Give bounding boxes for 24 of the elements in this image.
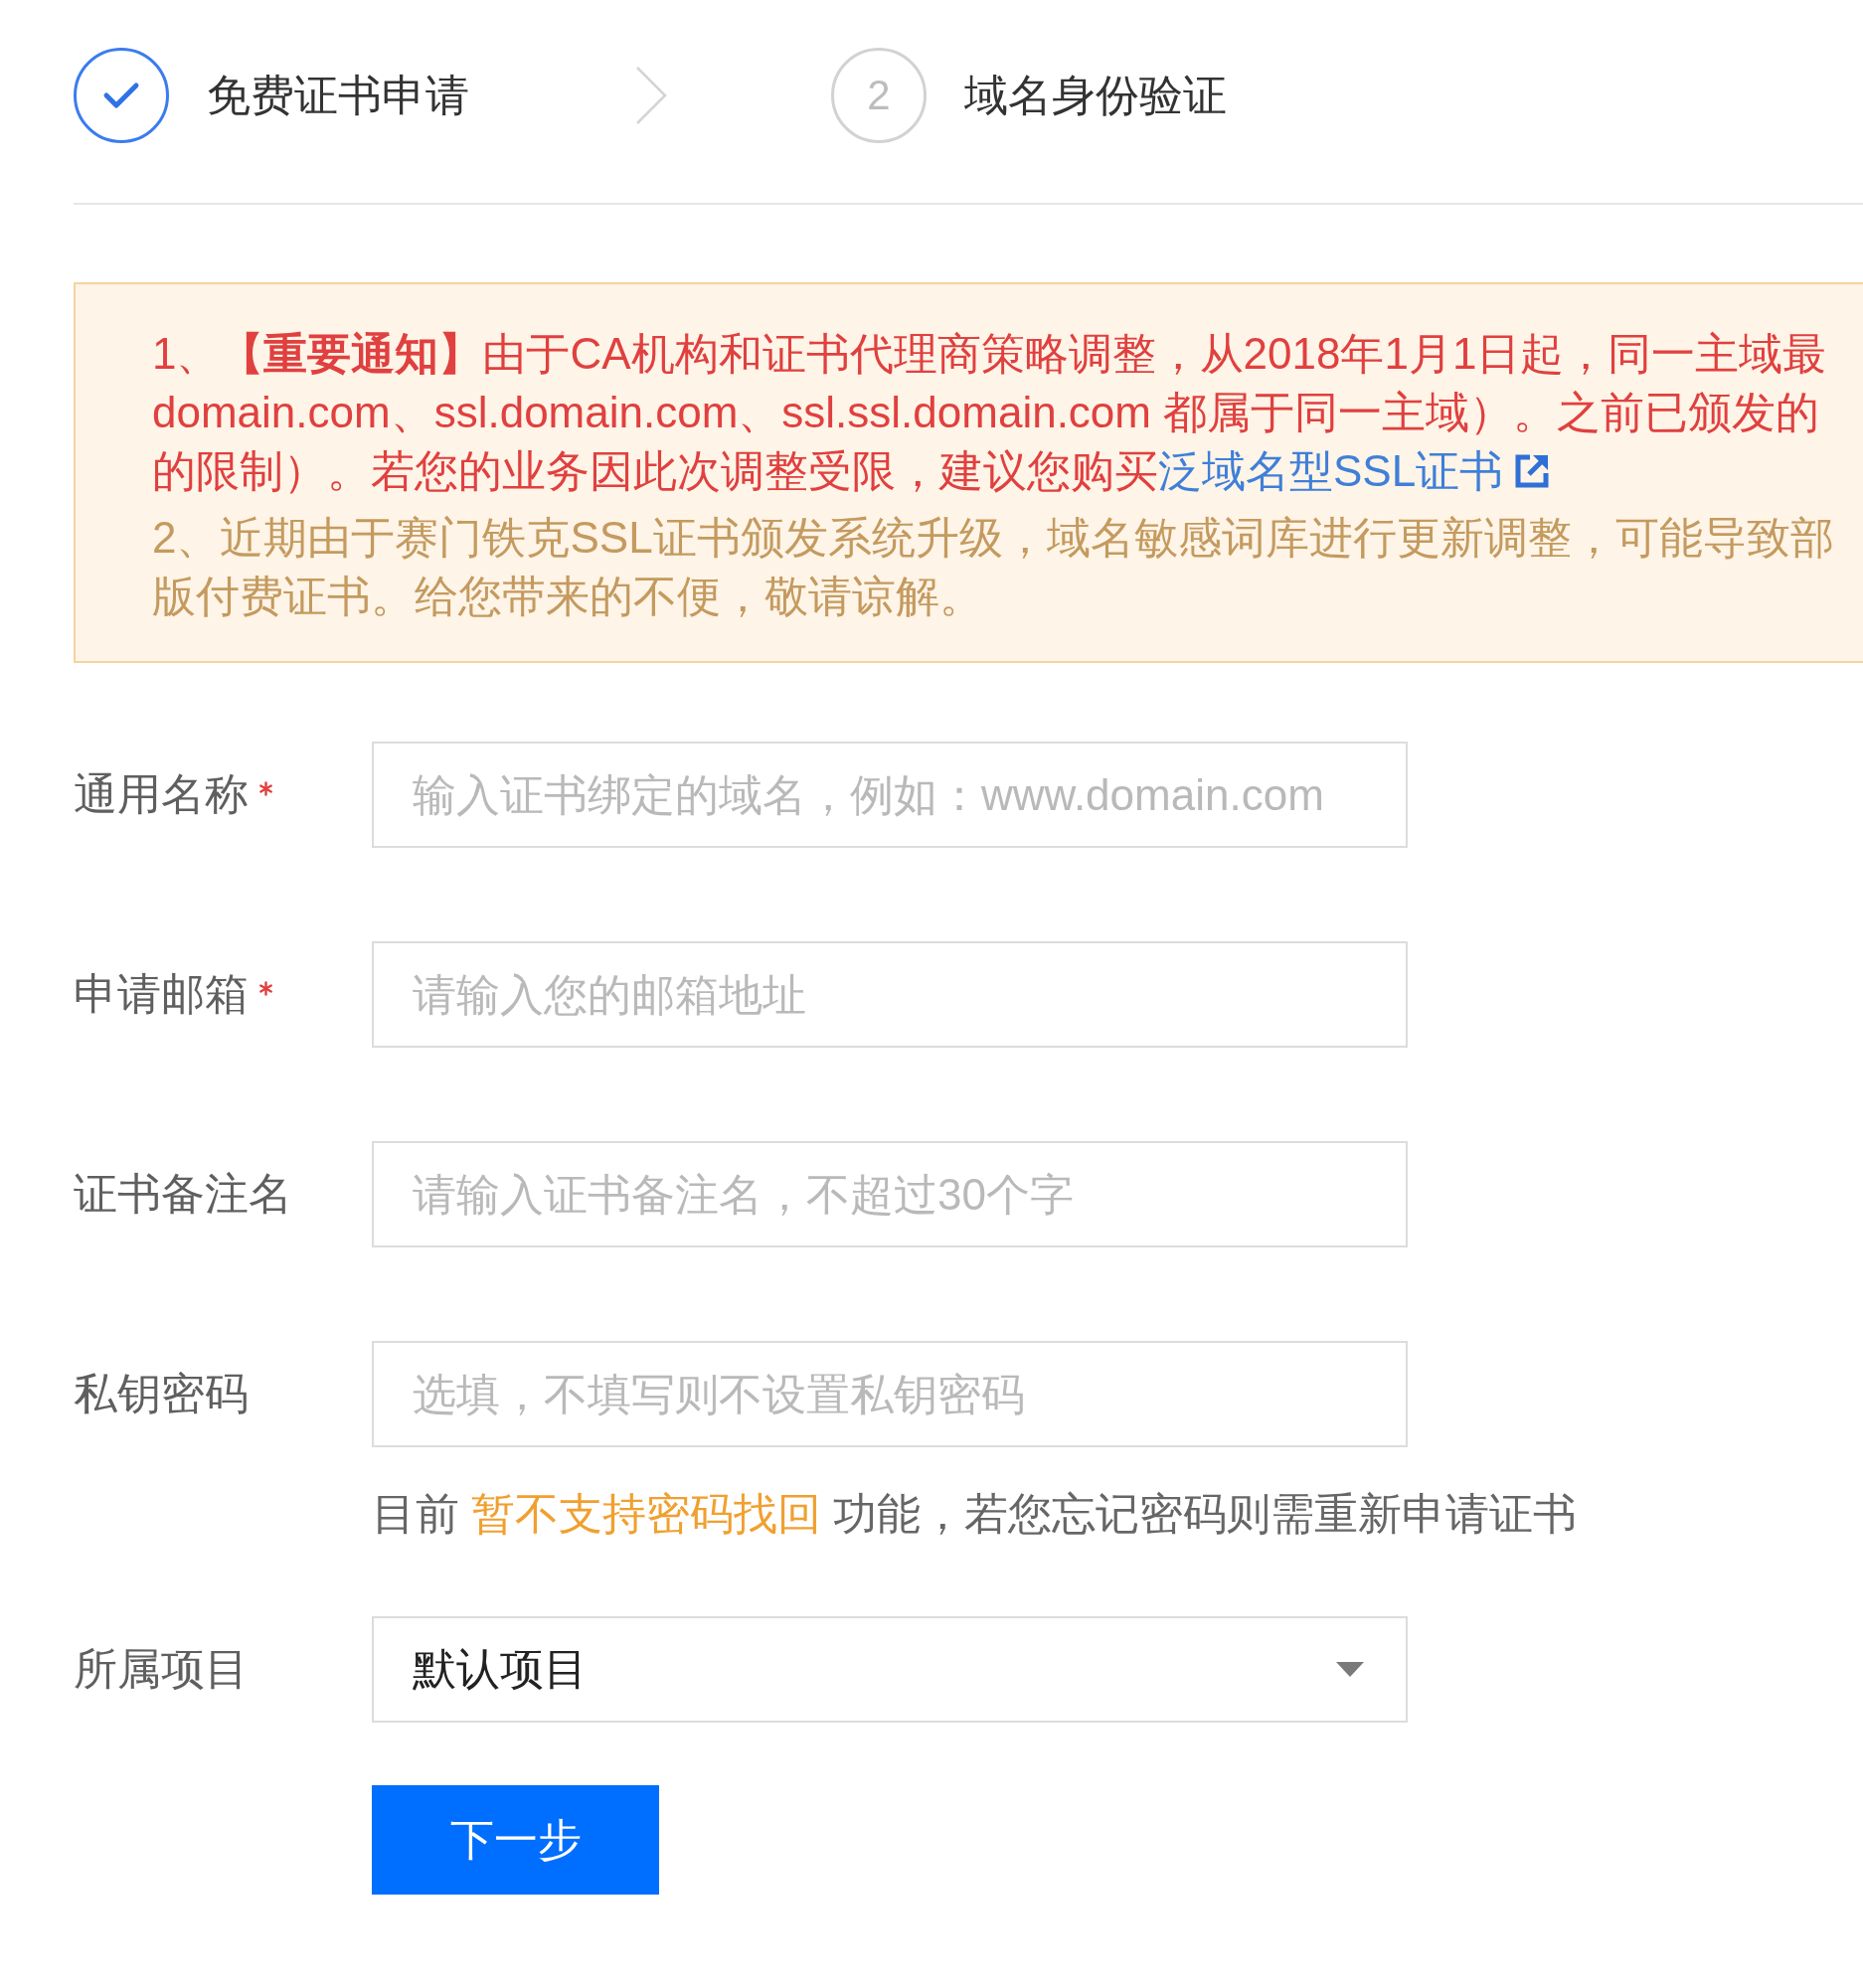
- notice-text: domain.com、ssl.domain.com、ssl.ssl.domain.com 都属于同一主域）。之前已颁发的: [152, 387, 1821, 438]
- password-input-field[interactable]: 选填，不填写则不设置私钥密码: [372, 1341, 1408, 1447]
- text-input-field[interactable]: 请输入证书备注名，不超过30个字: [372, 1141, 1408, 1247]
- notice-text: 1、【重要通知】由于CA机构和证书代理商策略调整，从2018年1月1日起，同一主域最: [152, 328, 1828, 380]
- step-number: 2: [831, 48, 927, 143]
- text-input-field[interactable]: 请输入您的邮箱地址: [372, 941, 1408, 1048]
- notice-text: 版付费证书。给您带来的不便，敬请谅解。: [152, 571, 984, 622]
- field-label: 通用名称: [74, 768, 249, 820]
- field-label: 证书备注名: [74, 1168, 292, 1220]
- notice-text: 的限制）。若您的业务因此次调整受限，建议您购买泛域名型SSL证书: [152, 441, 1863, 500]
- notice-text: 2、近期由于赛门铁克SSL证书颁发系统升级，域名敏感词库进行更新调整，可能导致部: [152, 512, 1835, 564]
- field-label: 申请邮箱: [74, 968, 249, 1020]
- external-link-icon[interactable]: [1515, 453, 1550, 488]
- field-label: 私钥密码: [74, 1368, 249, 1419]
- step-label: 免费证书申请: [207, 69, 469, 121]
- chevron-right-icon: [634, 66, 668, 125]
- caret-down-icon: [1336, 1662, 1364, 1677]
- next-button[interactable]: 下一步: [372, 1785, 659, 1895]
- field-label: 所属项目: [74, 1643, 249, 1695]
- project-select[interactable]: 默认项目: [372, 1616, 1408, 1723]
- product-link[interactable]: 泛域名型SSL证书: [1158, 441, 1504, 500]
- text-input-field[interactable]: 输入证书绑定的域名，例如：www.domain.com: [372, 742, 1408, 848]
- step-label: 域名身份验证: [964, 69, 1227, 121]
- hint-text: 目前 暂不支持密码找回 功能，若您忘记密码则需重新申请证书: [372, 1488, 1577, 1540]
